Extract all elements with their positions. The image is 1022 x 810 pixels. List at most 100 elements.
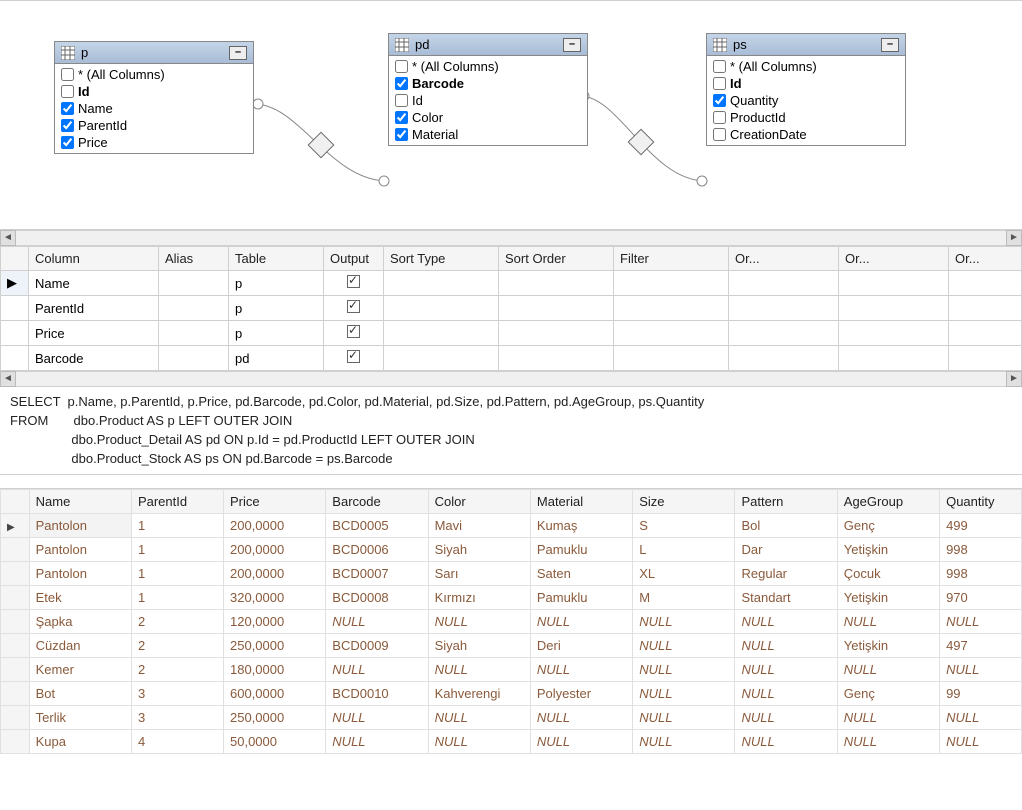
results-cell[interactable]: Regular <box>735 562 837 586</box>
criteria-cell[interactable] <box>614 296 729 321</box>
results-cell[interactable]: BCD0006 <box>326 538 428 562</box>
results-cell[interactable]: 1 <box>131 538 223 562</box>
criteria-header[interactable]: Sort Type <box>384 247 499 271</box>
diagram-table-ps[interactable]: ps – * (All Columns)IdQuantityProductIdC… <box>706 33 906 146</box>
column-row[interactable]: ProductId <box>707 109 905 126</box>
diagram-table-pd[interactable]: pd – * (All Columns)BarcodeIdColorMateri… <box>388 33 588 146</box>
criteria-header[interactable]: Or... <box>949 247 1022 271</box>
results-cell[interactable]: Dar <box>735 538 837 562</box>
results-cell[interactable]: Genç <box>837 682 939 706</box>
column-checkbox[interactable] <box>61 68 74 81</box>
results-cell[interactable]: NULL <box>735 610 837 634</box>
criteria-row[interactable]: ▶Namep <box>1 271 1022 296</box>
results-row[interactable]: Kemer2180,0000NULLNULLNULLNULLNULLNULLNU… <box>1 658 1022 682</box>
criteria-cell[interactable] <box>324 321 384 346</box>
column-checkbox[interactable] <box>395 94 408 107</box>
results-cell[interactable]: Şapka <box>29 610 131 634</box>
column-row[interactable]: * (All Columns) <box>389 58 587 75</box>
criteria-cell[interactable] <box>729 321 839 346</box>
criteria-cell[interactable] <box>614 346 729 371</box>
column-row[interactable]: * (All Columns) <box>55 66 253 83</box>
results-cell[interactable]: 3 <box>131 706 223 730</box>
criteria-cell[interactable] <box>499 296 614 321</box>
results-cell[interactable]: Deri <box>530 634 632 658</box>
criteria-cell[interactable]: pd <box>229 346 324 371</box>
results-cell[interactable]: NULL <box>326 658 428 682</box>
results-cell[interactable]: 250,0000 <box>224 706 326 730</box>
results-row[interactable]: Etek1320,0000BCD0008KırmızıPamukluMStand… <box>1 586 1022 610</box>
results-cell[interactable]: NULL <box>940 706 1022 730</box>
results-cell[interactable]: NULL <box>326 706 428 730</box>
results-header[interactable]: Material <box>530 490 632 514</box>
results-cell[interactable]: NULL <box>428 706 530 730</box>
criteria-cell[interactable]: Barcode <box>29 346 159 371</box>
results-cell[interactable]: 3 <box>131 682 223 706</box>
criteria-cell[interactable]: Price <box>29 321 159 346</box>
table-title-bar[interactable]: p – <box>55 42 253 64</box>
results-cell[interactable]: Terlik <box>29 706 131 730</box>
results-cell[interactable]: BCD0007 <box>326 562 428 586</box>
results-cell[interactable]: Mavi <box>428 514 530 538</box>
criteria-header[interactable]: Or... <box>839 247 949 271</box>
criteria-cell[interactable]: ParentId <box>29 296 159 321</box>
results-cell[interactable]: Cüzdan <box>29 634 131 658</box>
results-cell[interactable]: Pamuklu <box>530 586 632 610</box>
results-cell[interactable]: NULL <box>837 706 939 730</box>
results-row[interactable]: Bot3600,0000BCD0010KahverengiPolyesterNU… <box>1 682 1022 706</box>
scroll-right-icon[interactable]: ► <box>1006 230 1022 246</box>
criteria-cell[interactable] <box>949 346 1022 371</box>
criteria-cell[interactable] <box>839 346 949 371</box>
results-header[interactable]: Price <box>224 490 326 514</box>
criteria-cell[interactable] <box>384 296 499 321</box>
criteria-cell[interactable] <box>949 296 1022 321</box>
results-row[interactable]: Terlik3250,0000NULLNULLNULLNULLNULLNULLN… <box>1 706 1022 730</box>
results-cell[interactable]: Bol <box>735 514 837 538</box>
criteria-cell[interactable] <box>384 271 499 296</box>
results-cell[interactable]: NULL <box>837 610 939 634</box>
results-cell[interactable]: NULL <box>326 730 428 754</box>
criteria-cell[interactable] <box>384 346 499 371</box>
column-row[interactable]: Material <box>389 126 587 143</box>
scroll-right-icon[interactable]: ► <box>1006 371 1022 387</box>
results-cell[interactable]: Pantolon <box>29 538 131 562</box>
results-cell[interactable]: 250,0000 <box>224 634 326 658</box>
results-cell[interactable]: 99 <box>940 682 1022 706</box>
criteria-cell[interactable] <box>159 271 229 296</box>
criteria-hscrollbar[interactable]: ◄ ► <box>0 371 1022 387</box>
results-cell[interactable]: Standart <box>735 586 837 610</box>
results-cell[interactable]: NULL <box>633 706 735 730</box>
results-header[interactable]: AgeGroup <box>837 490 939 514</box>
results-header[interactable]: Color <box>428 490 530 514</box>
results-cell[interactable]: 320,0000 <box>224 586 326 610</box>
results-cell[interactable]: M <box>633 586 735 610</box>
column-checkbox[interactable] <box>61 102 74 115</box>
results-cell[interactable]: 200,0000 <box>224 514 326 538</box>
minimize-icon[interactable]: – <box>563 38 581 52</box>
results-row[interactable]: Pantolon1200,0000BCD0006SiyahPamukluLDar… <box>1 538 1022 562</box>
criteria-header[interactable]: Output <box>324 247 384 271</box>
criteria-cell[interactable] <box>729 346 839 371</box>
column-row[interactable]: Color <box>389 109 587 126</box>
results-cell[interactable]: Kemer <box>29 658 131 682</box>
criteria-row[interactable]: Barcode pd <box>1 346 1022 371</box>
results-cell[interactable]: NULL <box>633 658 735 682</box>
results-row[interactable]: Cüzdan2250,0000BCD0009SiyahDeriNULLNULLY… <box>1 634 1022 658</box>
column-checkbox[interactable] <box>713 60 726 73</box>
criteria-cell[interactable]: Name <box>29 271 159 296</box>
sql-pane[interactable]: SELECT p.Name, p.ParentId, p.Price, pd.B… <box>0 387 1022 475</box>
criteria-header[interactable]: Table <box>229 247 324 271</box>
column-checkbox[interactable] <box>395 111 408 124</box>
column-row[interactable]: ParentId <box>55 117 253 134</box>
criteria-header[interactable]: Or... <box>729 247 839 271</box>
results-cell[interactable]: Polyester <box>530 682 632 706</box>
criteria-header[interactable]: Alias <box>159 247 229 271</box>
criteria-cell[interactable] <box>839 296 949 321</box>
results-cell[interactable]: NULL <box>735 634 837 658</box>
column-checkbox[interactable] <box>713 77 726 90</box>
results-cell[interactable]: 1 <box>131 514 223 538</box>
results-cell[interactable]: BCD0005 <box>326 514 428 538</box>
results-cell[interactable]: NULL <box>326 610 428 634</box>
column-row[interactable]: * (All Columns) <box>707 58 905 75</box>
results-cell[interactable]: Pamuklu <box>530 538 632 562</box>
results-cell[interactable]: NULL <box>530 658 632 682</box>
